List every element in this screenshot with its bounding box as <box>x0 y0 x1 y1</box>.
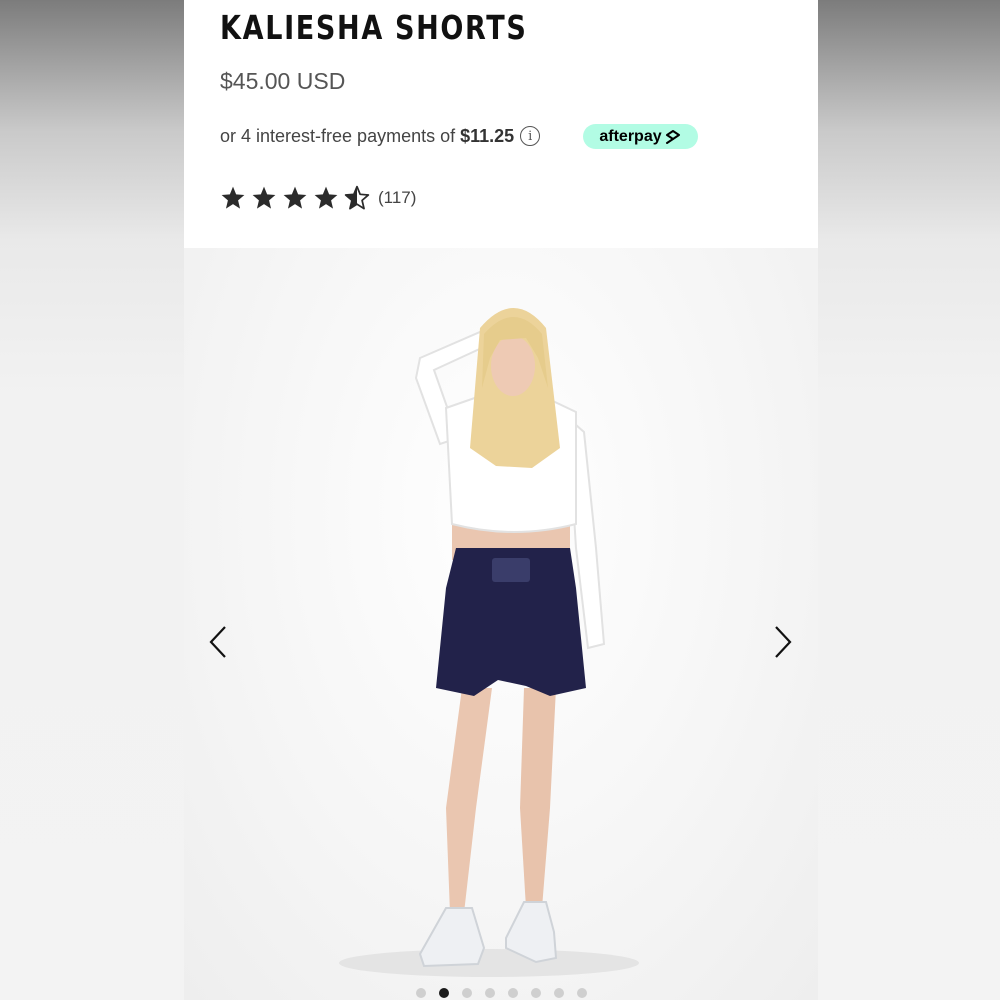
gallery-pagination <box>184 988 818 1000</box>
afterpay-label: afterpay <box>599 127 662 145</box>
star-icon <box>283 186 307 209</box>
next-image-button[interactable] <box>765 620 801 664</box>
chevron-right-icon <box>775 626 792 658</box>
rating-stars <box>220 185 375 211</box>
installment-info: or 4 interest-free payments of $11.25 i <box>220 122 541 150</box>
afterpay-badge[interactable]: afterpay <box>583 124 698 149</box>
gallery-dot[interactable] <box>507 988 518 998</box>
previous-image-button[interactable] <box>200 620 236 664</box>
chevron-left-icon <box>209 626 226 658</box>
afterpay-arrows-icon <box>665 129 680 144</box>
gallery-dot[interactable] <box>461 988 472 998</box>
product-panel: KALIESHA SHORTS $45.00 USD or 4 interest… <box>184 0 818 1000</box>
product-rating[interactable]: (117) <box>220 184 416 212</box>
star-icon <box>314 186 338 209</box>
half-star-icon <box>344 185 370 210</box>
product-title: KALIESHA SHORTS <box>220 8 528 47</box>
star-icon <box>221 186 245 209</box>
star-icon <box>252 186 276 209</box>
product-header: KALIESHA SHORTS $45.00 USD or 4 interest… <box>184 0 818 248</box>
gallery-dot-active[interactable] <box>438 988 449 998</box>
product-photo <box>339 308 639 977</box>
gallery-dot[interactable] <box>553 988 564 998</box>
info-icon[interactable]: i <box>520 126 541 146</box>
product-image-gallery[interactable] <box>184 248 818 1000</box>
review-count: (117) <box>378 188 417 207</box>
installment-text: or 4 interest-free payments of <box>220 125 456 146</box>
installment-amount: $11.25 <box>460 125 515 146</box>
gallery-dot[interactable] <box>484 988 495 998</box>
gallery-dot[interactable] <box>530 988 541 998</box>
gallery-dot[interactable] <box>576 988 587 998</box>
gallery-dot[interactable] <box>415 988 426 998</box>
product-price: $45.00 USD <box>220 68 346 94</box>
